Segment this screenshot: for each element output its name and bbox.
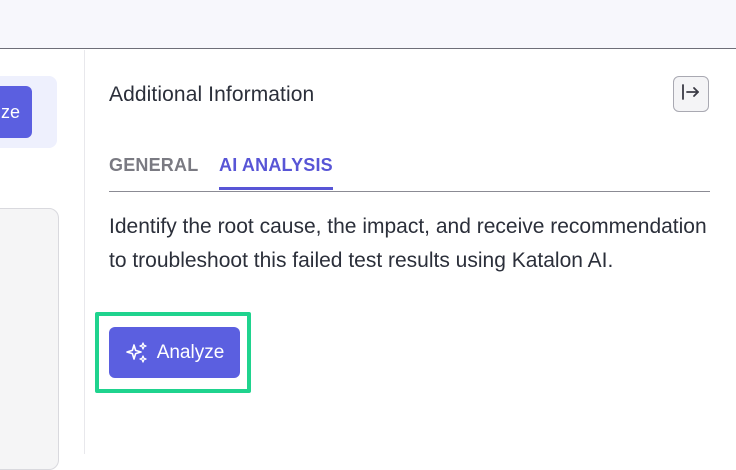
left-analyze-button[interactable]: ze [0,86,32,138]
sparkle-icon [125,341,149,365]
left-content-area: ze [0,50,84,470]
tab-bar: GENERAL AI ANALYSIS [109,155,710,192]
tab-ai-analysis[interactable]: AI ANALYSIS [219,155,333,190]
analyze-button[interactable]: Analyze [109,327,240,378]
left-details-panel [0,208,59,470]
analyze-button-label: Analyze [156,341,225,363]
additional-information-panel: Additional Information GENERAL AI ANALYS… [85,50,736,454]
panel-title: Additional Information [109,83,315,106]
collapse-right-icon [680,82,702,107]
top-bar [0,0,736,49]
tab-general[interactable]: GENERAL [109,155,198,184]
collapse-panel-button[interactable] [673,76,709,112]
left-analyze-button-label: ze [0,101,20,122]
ai-analysis-description: Identify the root cause, the impact, and… [109,215,707,272]
